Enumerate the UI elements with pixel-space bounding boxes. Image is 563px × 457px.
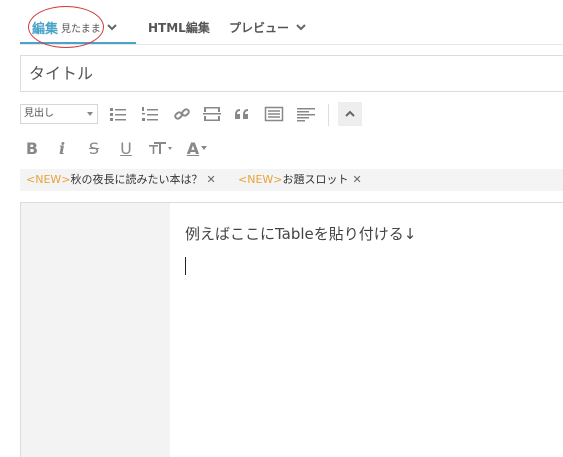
text-cursor <box>185 257 186 275</box>
align-icon <box>297 108 315 122</box>
strikethrough-button[interactable]: S <box>82 136 106 160</box>
align-button[interactable] <box>294 102 318 126</box>
numbered-list-button[interactable] <box>138 102 162 126</box>
close-icon[interactable]: ✕ <box>207 173 216 186</box>
table-of-contents-icon <box>264 106 284 122</box>
new-badge: <NEW> <box>238 173 283 186</box>
text-color-button[interactable]: A <box>182 136 212 160</box>
font-size-icon <box>149 142 172 154</box>
bold-label: B <box>25 138 39 158</box>
topic-tag-text: 秋の夜長に読みたい本は？ <box>70 173 203 186</box>
blockquote-icon <box>235 109 248 119</box>
topic-tag[interactable]: <NEW>秋の夜長に読みたい本は？ ✕ <box>26 169 216 191</box>
topic-tag-bar: <NEW>秋の夜長に読みたい本は？ ✕ <NEW>お題スロット ✕ <box>20 169 563 191</box>
topic-tag[interactable]: <NEW>お題スロット ✕ <box>238 169 362 191</box>
link-button[interactable] <box>170 102 194 126</box>
editor-gutter <box>21 203 170 457</box>
bulleted-list-icon <box>110 108 126 121</box>
bold-button[interactable]: B <box>20 136 44 160</box>
caret-down-icon <box>201 146 208 150</box>
caret-down-icon <box>87 112 93 116</box>
edit-mode-label: 見たまま <box>61 23 101 35</box>
numbered-list-icon <box>142 107 158 121</box>
tab-edit-label: 編集 <box>32 21 59 37</box>
more-separator-button[interactable] <box>200 102 224 126</box>
text-format-toolbar: B i S U A <box>20 134 563 162</box>
more-separator-icon <box>203 107 221 121</box>
editor-body[interactable]: 例えばここにTableを貼り付ける↓ <box>20 202 563 457</box>
underline-label: U <box>120 138 132 158</box>
new-badge: <NEW> <box>26 173 71 186</box>
font-size-button[interactable] <box>146 136 176 160</box>
blockquote-button[interactable] <box>230 102 254 126</box>
title-input[interactable] <box>20 55 563 92</box>
editor-content[interactable]: 例えばここにTableを貼り付ける↓ <box>185 223 416 244</box>
italic-button[interactable]: i <box>50 136 74 160</box>
table-of-contents-button[interactable] <box>262 102 286 126</box>
chevron-down-icon[interactable] <box>106 21 118 33</box>
tab-html-label: HTML編集 <box>148 20 210 35</box>
tab-html-edit[interactable]: HTML編集 <box>148 12 210 42</box>
format-toolbar: 見出し <box>20 100 563 128</box>
underline-button[interactable]: U <box>114 136 138 160</box>
text-color-label: A <box>186 138 200 158</box>
block-format-value: 見出し <box>24 108 54 119</box>
tab-preview[interactable]: プレビュー <box>229 12 307 42</box>
strikethrough-label: S <box>88 138 100 158</box>
toolbar-divider <box>328 104 329 126</box>
editor-mode-tabs: 編集 見たまま HTML編集 プレビュー <box>0 0 563 48</box>
link-icon <box>174 108 190 120</box>
close-icon[interactable]: ✕ <box>353 173 362 186</box>
chevron-up-icon <box>345 110 355 117</box>
chevron-down-icon[interactable] <box>295 21 307 33</box>
tabs-divider <box>20 44 563 45</box>
italic-label: i <box>58 138 66 158</box>
topic-tag-text: お題スロット <box>282 173 349 186</box>
tab-preview-label: プレビュー <box>229 20 290 35</box>
block-format-select[interactable]: 見出し <box>20 104 98 124</box>
tab-edit[interactable]: 編集 見たまま <box>32 12 118 42</box>
collapse-toolbar-button[interactable] <box>338 102 362 126</box>
bulleted-list-button[interactable] <box>106 102 130 126</box>
